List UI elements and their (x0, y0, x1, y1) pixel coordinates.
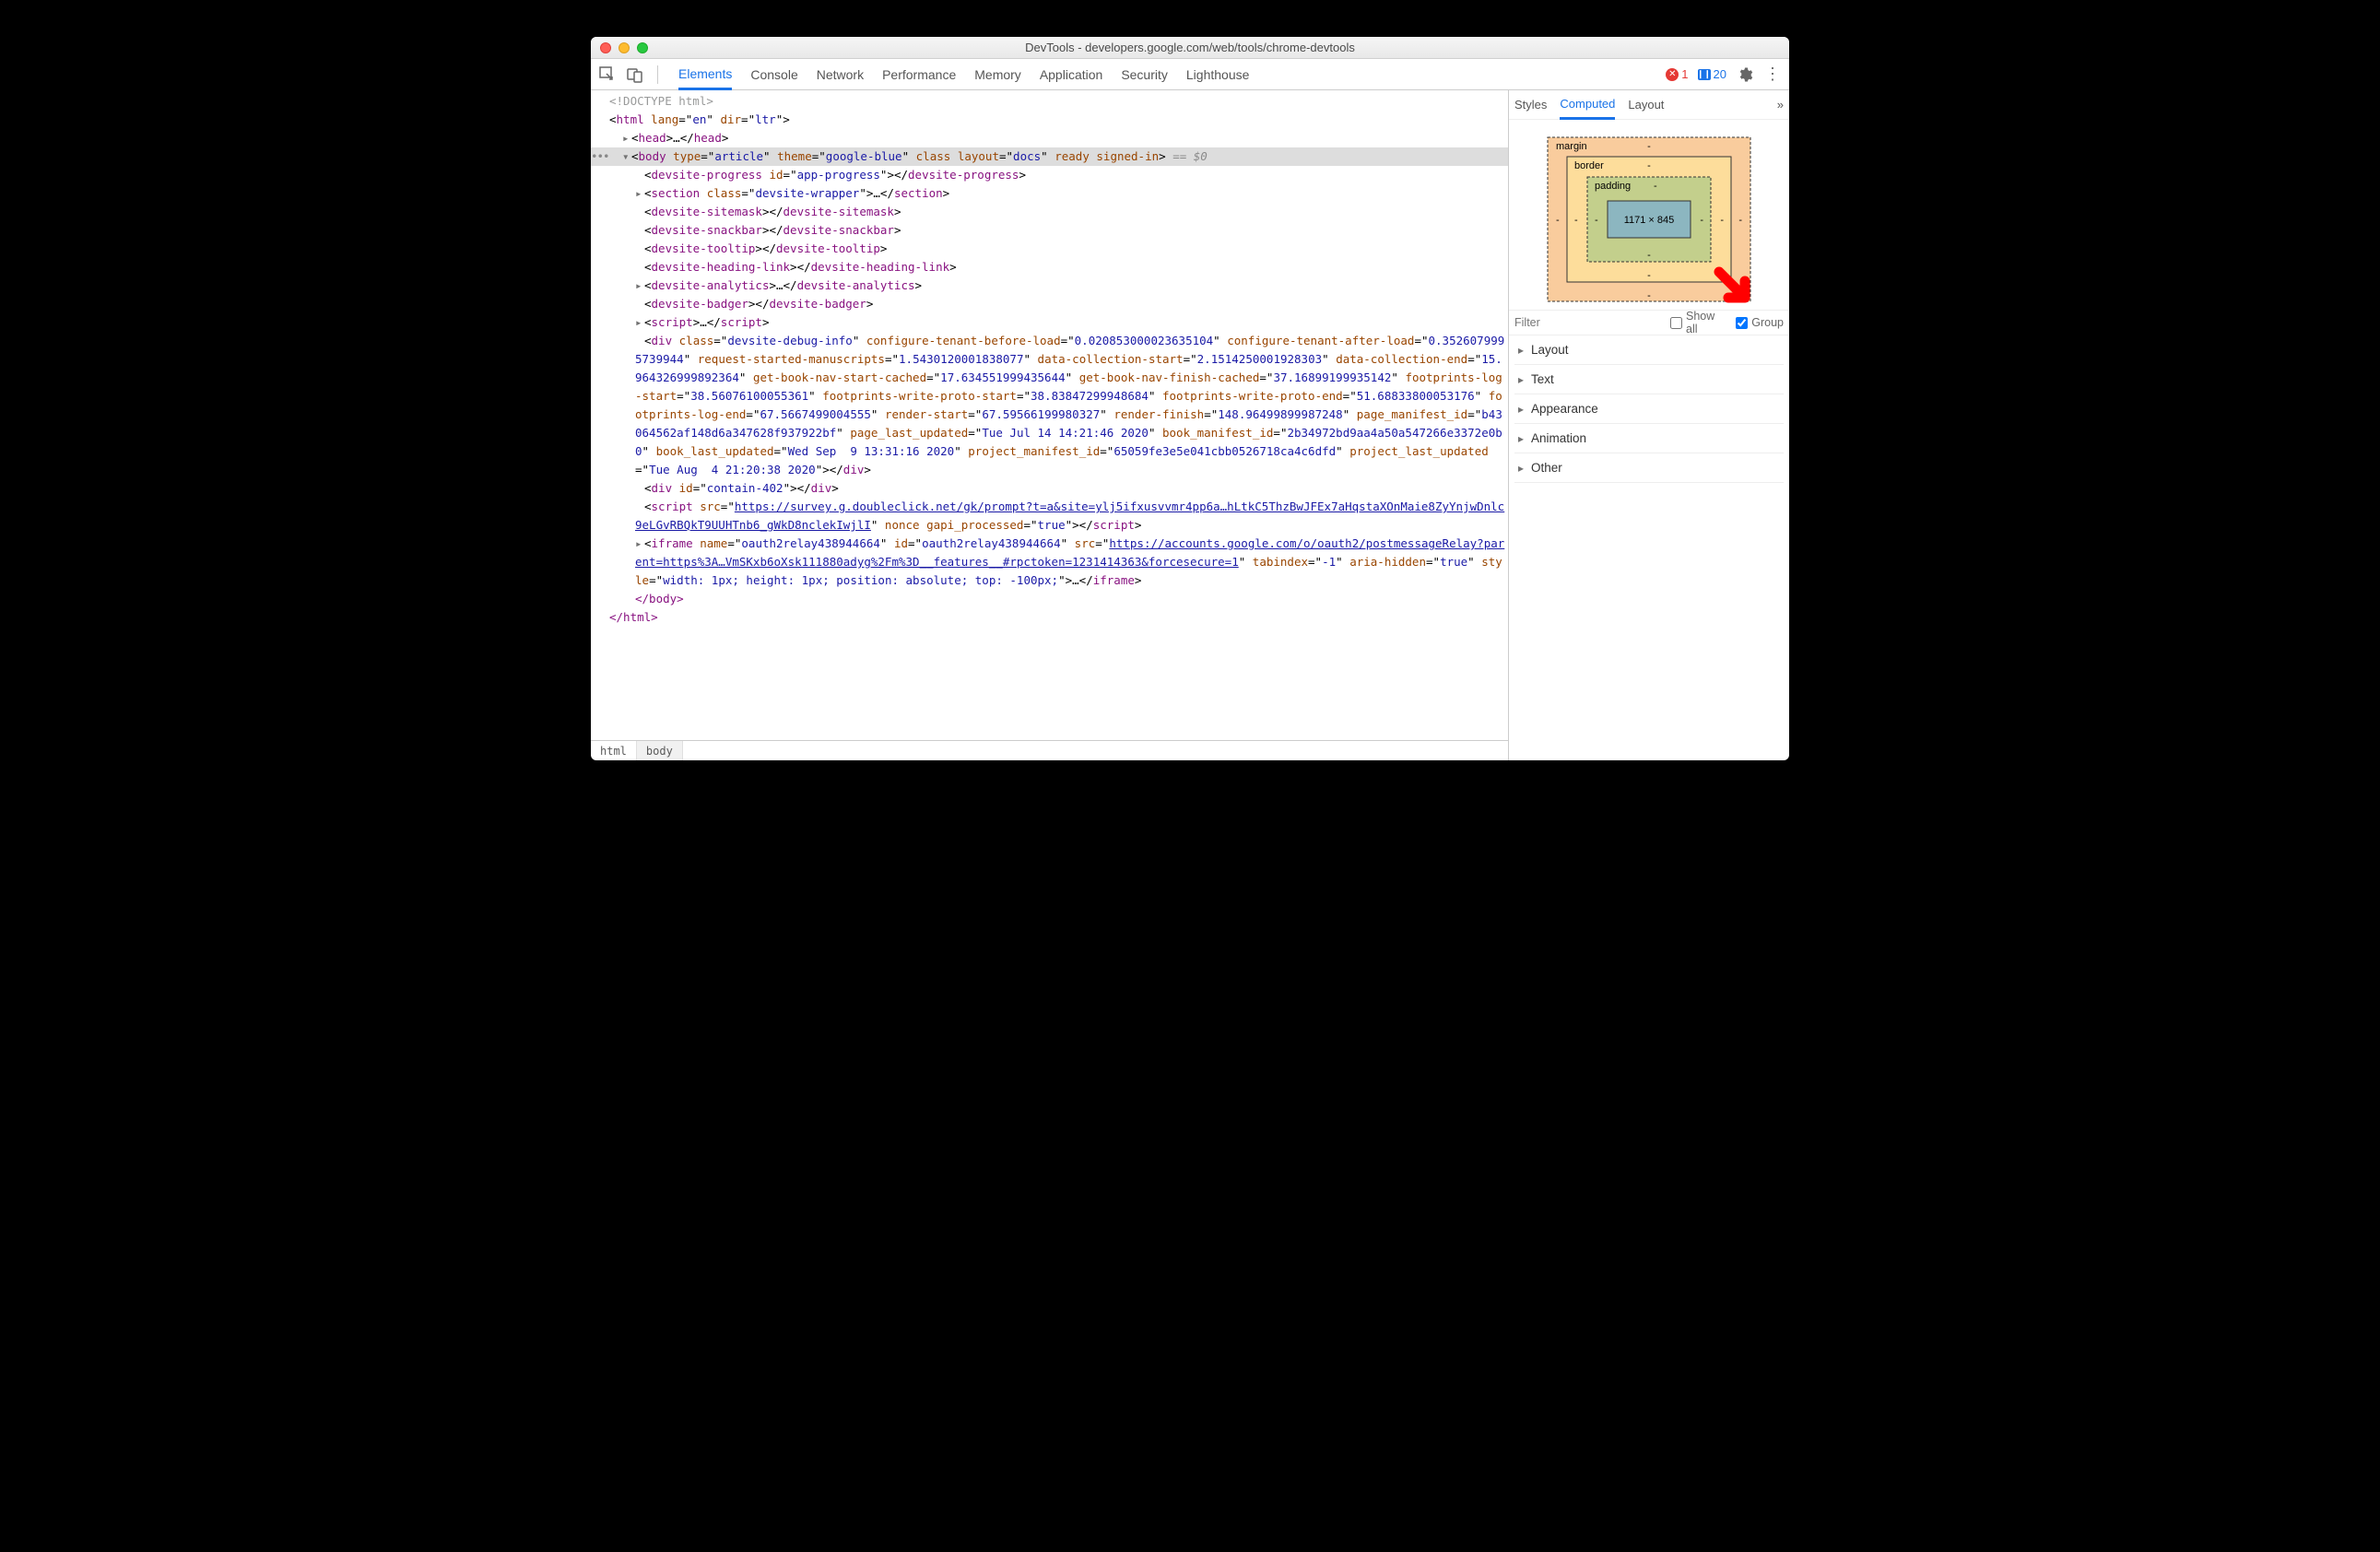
group-other[interactable]: Other (1514, 453, 1784, 483)
elements-panel: <!DOCTYPE html> <html lang="en" dir="ltr… (591, 90, 1509, 760)
settings-icon[interactable] (1736, 65, 1754, 84)
dom-child[interactable]: <devsite-badger></devsite-badger> (591, 295, 1508, 313)
filter-bar: Show all Group (1509, 310, 1789, 335)
sidebar: Styles Computed Layout » margin - - - - … (1509, 90, 1789, 760)
dom-child[interactable]: ▸<script>…</script> (591, 313, 1508, 332)
messages-badge[interactable]: ❙❙20 (1698, 67, 1726, 81)
crumb-html[interactable]: html (591, 741, 637, 760)
tab-network[interactable]: Network (817, 59, 864, 89)
main-tabs: Elements Console Network Performance Mem… (678, 59, 1666, 89)
group-text[interactable]: Text (1514, 365, 1784, 394)
tab-elements[interactable]: Elements (678, 59, 732, 90)
head-line[interactable]: ▸<head>…</head> (591, 129, 1508, 147)
filter-input[interactable] (1514, 316, 1663, 329)
svg-text:-: - (1647, 270, 1651, 281)
toolbar-right: ✕1 ❙❙20 ⋮ (1666, 65, 1782, 84)
body-close[interactable]: </body> (591, 590, 1508, 608)
message-icon: ❙❙ (1698, 69, 1711, 80)
selection-dots-icon[interactable]: ••• (591, 147, 609, 166)
svg-text:-: - (1720, 215, 1724, 226)
tab-application[interactable]: Application (1040, 59, 1103, 89)
group-label: Group (1751, 316, 1784, 329)
device-toggle-icon[interactable] (626, 65, 644, 84)
toolbar-left (598, 65, 671, 84)
group-checkbox[interactable] (1736, 317, 1748, 329)
inspect-element-icon[interactable] (598, 65, 617, 84)
side-tab-computed[interactable]: Computed (1560, 91, 1615, 120)
more-icon[interactable]: ⋮ (1763, 65, 1782, 84)
tabbar: Elements Console Network Performance Mem… (591, 59, 1789, 90)
svg-text:-: - (1595, 215, 1598, 226)
debug-div[interactable]: <div class="devsite-debug-info" configur… (591, 332, 1508, 479)
svg-text:-: - (1738, 215, 1742, 226)
dom-child[interactable]: ▸<devsite-analytics>…</devsite-analytics… (591, 276, 1508, 295)
iframe-line[interactable]: ▸<iframe name="oauth2relay438944664" id=… (591, 535, 1508, 590)
svg-text:-: - (1647, 290, 1651, 301)
svg-text:-: - (1556, 215, 1560, 226)
breadcrumb: html body (591, 740, 1508, 760)
padding-label: padding (1595, 181, 1631, 192)
tab-memory[interactable]: Memory (974, 59, 1021, 89)
group-appearance[interactable]: Appearance (1514, 394, 1784, 424)
side-tab-layout[interactable]: Layout (1628, 98, 1664, 112)
svg-text:-: - (1647, 141, 1651, 152)
window-title: DevTools - developers.google.com/web/too… (591, 41, 1789, 54)
errors-badge[interactable]: ✕1 (1666, 67, 1688, 81)
crumb-body[interactable]: body (637, 741, 683, 760)
dom-child[interactable]: ▸<section class="devsite-wrapper">…</sec… (591, 184, 1508, 203)
margin-label: margin (1556, 141, 1587, 152)
titlebar: DevTools - developers.google.com/web/too… (591, 37, 1789, 59)
dom-child[interactable]: <devsite-snackbar></devsite-snackbar> (591, 221, 1508, 240)
tab-console[interactable]: Console (750, 59, 797, 89)
sidebar-tabs: Styles Computed Layout » (1509, 90, 1789, 120)
showall-checkbox[interactable] (1670, 317, 1682, 329)
dom-child[interactable]: <devsite-tooltip></devsite-tooltip> (591, 240, 1508, 258)
doctype-line[interactable]: <!DOCTYPE html> (591, 92, 1508, 111)
tab-lighthouse[interactable]: Lighthouse (1186, 59, 1250, 89)
side-tab-more-icon[interactable]: » (1777, 98, 1784, 112)
svg-text:-: - (1654, 181, 1657, 192)
computed-groups: Layout Text Appearance Animation Other (1509, 335, 1789, 483)
showall-label: Show all (1686, 310, 1728, 335)
dom-child[interactable]: <devsite-progress id="app-progress"></de… (591, 166, 1508, 184)
side-tab-styles[interactable]: Styles (1514, 98, 1547, 112)
box-model[interactable]: margin - - - - border - - - - padding - … (1509, 120, 1789, 310)
svg-text:-: - (1647, 250, 1651, 261)
dom-tree[interactable]: <!DOCTYPE html> <html lang="en" dir="ltr… (591, 90, 1508, 740)
svg-text:-: - (1647, 160, 1651, 171)
svg-text:-: - (1700, 215, 1703, 226)
error-icon: ✕ (1666, 68, 1679, 81)
body-line-selected[interactable]: ▾<body type="article" theme="google-blue… (591, 147, 1508, 166)
border-label: border (1574, 160, 1604, 171)
content-area: <!DOCTYPE html> <html lang="en" dir="ltr… (591, 90, 1789, 760)
html-open[interactable]: <html lang="en" dir="ltr"> (591, 111, 1508, 129)
devtools-window: DevTools - developers.google.com/web/too… (591, 37, 1789, 760)
separator (657, 65, 658, 84)
group-layout[interactable]: Layout (1514, 335, 1784, 365)
dom-child[interactable]: <devsite-heading-link></devsite-heading-… (591, 258, 1508, 276)
script-src[interactable]: <script src="https://survey.g.doubleclic… (591, 498, 1508, 535)
content-dims: 1171 × 845 (1624, 215, 1675, 226)
tab-security[interactable]: Security (1121, 59, 1168, 89)
group-animation[interactable]: Animation (1514, 424, 1784, 453)
tab-performance[interactable]: Performance (882, 59, 956, 89)
contain-div[interactable]: <div id="contain-402"></div> (591, 479, 1508, 498)
dom-child[interactable]: <devsite-sitemask></devsite-sitemask> (591, 203, 1508, 221)
svg-text:-: - (1574, 215, 1578, 226)
html-close[interactable]: </html> (591, 608, 1508, 627)
